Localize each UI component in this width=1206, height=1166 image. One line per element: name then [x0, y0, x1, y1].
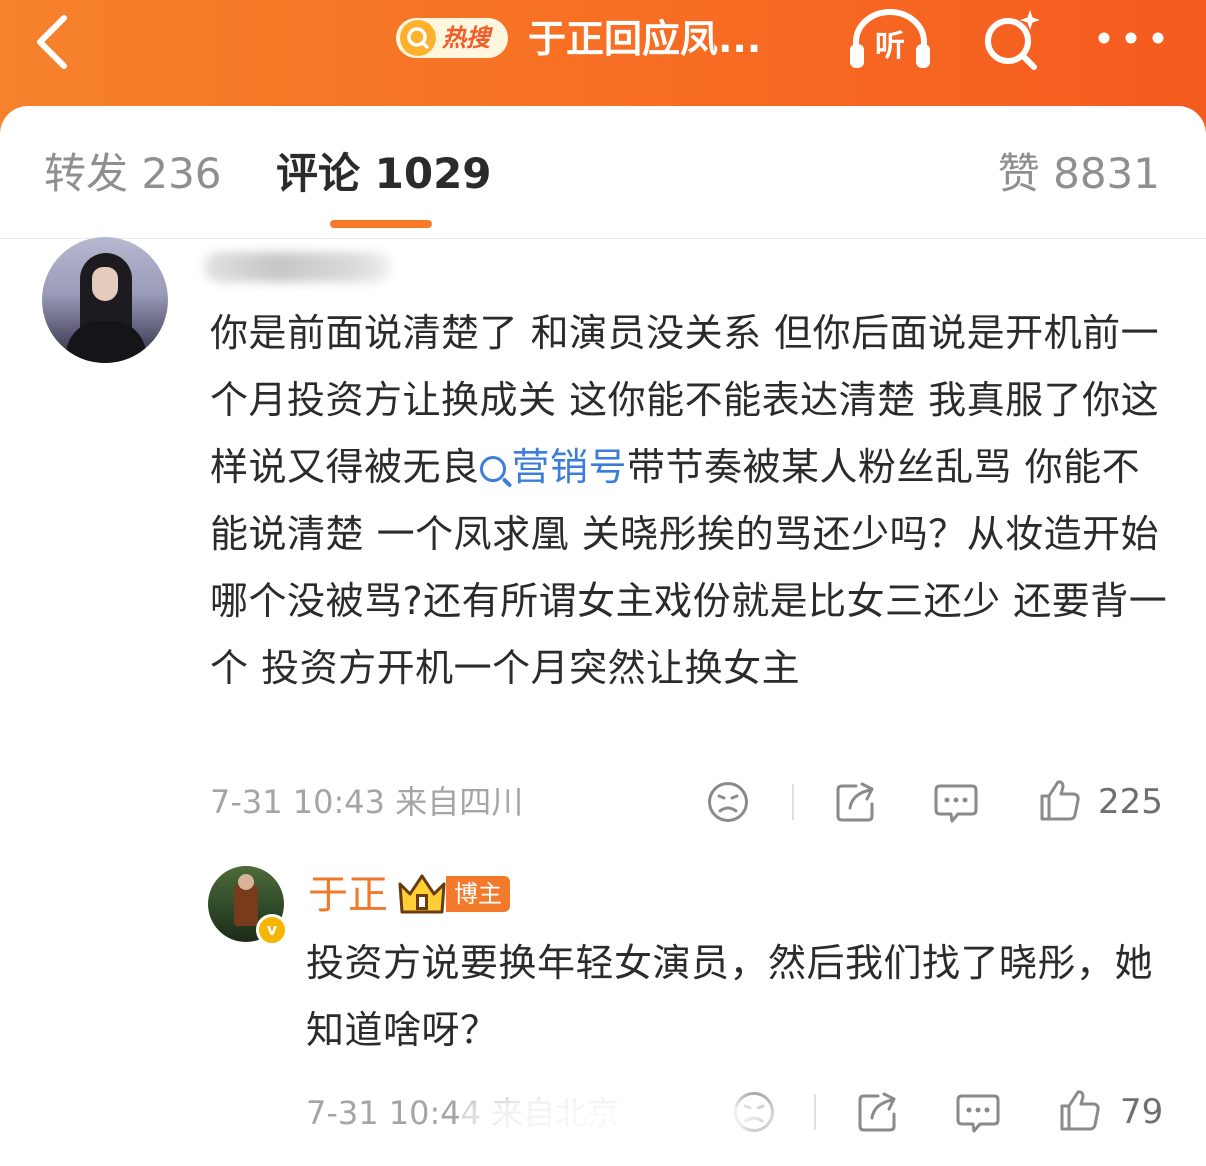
- share-icon[interactable]: [834, 780, 878, 824]
- dislike-face-icon[interactable]: [706, 780, 750, 824]
- tab-comments[interactable]: 评论 1029: [276, 146, 492, 202]
- verified-badge-icon: v: [256, 914, 288, 946]
- tab-bar: 转发 236 评论 1029 赞 8831: [0, 106, 1206, 239]
- topic-link-label: 营销号: [511, 445, 628, 489]
- comment-icon[interactable]: [934, 780, 978, 824]
- topic-search-icon: [479, 456, 506, 482]
- reply-author-name[interactable]: 于正: [308, 868, 388, 922]
- author-badge: 博主: [446, 876, 510, 912]
- search-icon[interactable]: [978, 8, 1044, 74]
- comment-icon[interactable]: [956, 1090, 1000, 1134]
- listen-label: 听: [875, 29, 905, 64]
- hot-search-label: 热搜: [442, 24, 490, 52]
- back-arrow-icon[interactable]: [30, 12, 80, 72]
- tab-reposts[interactable]: 转发 236: [44, 146, 222, 202]
- like-thumb-icon[interactable]: [1058, 1088, 1102, 1132]
- crown-icon: [398, 874, 446, 914]
- listen-icon[interactable]: 听: [848, 8, 932, 70]
- reply-like-count: 79: [1120, 1092, 1164, 1132]
- reply-meta: 7-31 10:44 来自北京: [306, 1094, 620, 1132]
- commenter-avatar[interactable]: [42, 237, 168, 363]
- share-icon[interactable]: [856, 1090, 900, 1134]
- dislike-face-icon[interactable]: [732, 1090, 776, 1134]
- topic-title: 于正回应凤...: [528, 17, 762, 61]
- comment-text: 你是前面说清楚了 和演员没关系 但你后面说是开机前一个月投资方让换成关 这你能不…: [210, 300, 1170, 702]
- comment-meta: 7-31 10:43 来自四川: [210, 783, 524, 821]
- action-divider: [814, 1094, 816, 1130]
- hot-search-badge[interactable]: 热搜: [396, 18, 508, 58]
- tab-likes[interactable]: 赞 8831: [998, 146, 1160, 202]
- hot-search-icon: [400, 20, 436, 56]
- reply-text: 投资方说要换年轻女演员，然后我们找了晓彤，她知道啥呀？: [306, 941, 1154, 1052]
- like-thumb-icon[interactable]: [1038, 778, 1082, 822]
- more-icon[interactable]: [1096, 28, 1166, 48]
- commenter-name-blurred: [204, 252, 390, 282]
- action-divider: [792, 784, 794, 820]
- topic-link[interactable]: 营销号: [479, 445, 628, 489]
- comment-like-count: 225: [1098, 782, 1163, 822]
- active-tab-indicator: [330, 220, 432, 228]
